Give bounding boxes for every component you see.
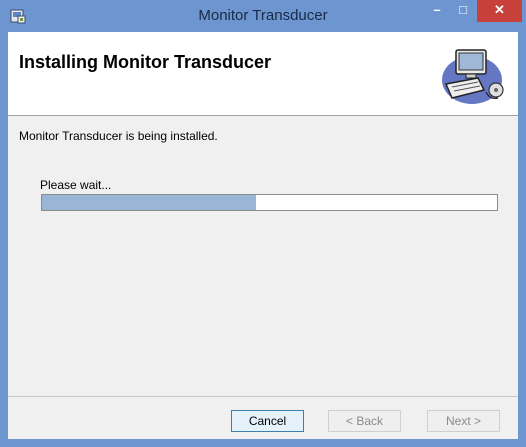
header-banner: Installing Monitor Transducer bbox=[8, 32, 518, 116]
dialog-client-area: Installing Monitor Transducer Monitor Tr… bbox=[8, 32, 518, 439]
install-status-text: Monitor Transducer is being installed. bbox=[19, 129, 218, 143]
minimize-button[interactable]: – bbox=[424, 0, 450, 22]
please-wait-label: Please wait... bbox=[40, 178, 112, 192]
maximize-button[interactable]: □ bbox=[450, 0, 476, 22]
page-title: Installing Monitor Transducer bbox=[19, 52, 272, 72]
installer-window: Monitor Transducer – □ ✕ Installing Moni… bbox=[0, 0, 526, 447]
close-button[interactable]: ✕ bbox=[477, 0, 522, 22]
next-button[interactable]: Next > bbox=[427, 410, 500, 432]
computer-installer-icon bbox=[442, 49, 504, 104]
title-bar[interactable]: Monitor Transducer – □ ✕ bbox=[0, 0, 526, 32]
cancel-button[interactable]: Cancel bbox=[231, 410, 304, 432]
install-progress-bar bbox=[41, 194, 498, 211]
footer-divider bbox=[8, 396, 518, 397]
back-button[interactable]: < Back bbox=[328, 410, 401, 432]
progress-fill bbox=[42, 195, 256, 210]
